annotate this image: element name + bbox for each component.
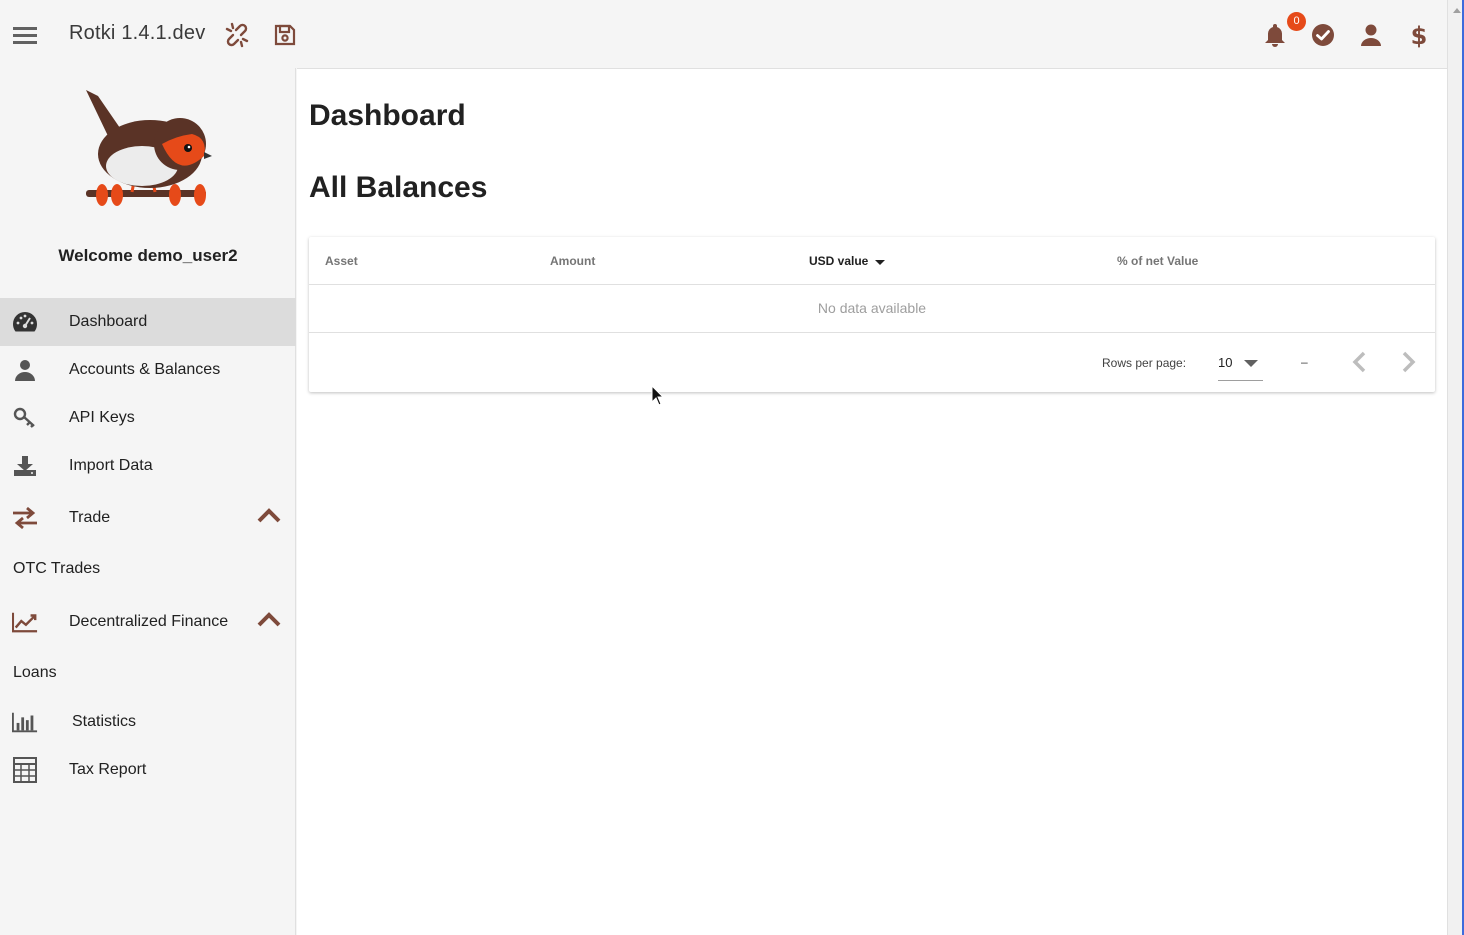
- disconnected-icon[interactable]: [222, 20, 252, 50]
- sidebar-item-label: Import Data: [69, 457, 153, 474]
- next-page-button[interactable]: [1393, 347, 1423, 377]
- chevron-down-icon: [1244, 360, 1258, 367]
- svg-text:$: $: [1411, 22, 1428, 48]
- column-header-usd-value[interactable]: USD value: [809, 254, 886, 269]
- app-title: Rotki 1.4.1.dev: [69, 22, 206, 44]
- previous-page-button[interactable]: [1345, 347, 1375, 377]
- menu-icon[interactable]: [12, 22, 38, 48]
- scroll-up-icon[interactable]: [1453, 8, 1461, 13]
- top-app-bar: Rotki 1.4.1.dev 0 $: [0, 0, 1447, 68]
- column-header-label: USD value: [809, 254, 869, 268]
- sidebar-item-label: Tax Report: [69, 761, 147, 778]
- exchange-icon: [12, 506, 38, 530]
- sidebar-item-otc-trades[interactable]: OTC Trades: [13, 560, 100, 578]
- bar-chart-icon: [12, 710, 38, 734]
- rotki-robin-logo: [80, 86, 214, 216]
- sidebar-item-import-data[interactable]: Import Data: [0, 442, 296, 490]
- rows-per-page-label: Rows per page:: [1102, 356, 1187, 370]
- sidebar-item-api-keys[interactable]: API Keys: [0, 394, 296, 442]
- calculator-icon: [12, 757, 38, 783]
- welcome-message: Welcome demo_user2: [58, 246, 238, 265]
- sidebar-item-tax-report[interactable]: Tax Report: [0, 746, 296, 794]
- empty-state-text: No data available: [817, 300, 927, 316]
- sidebar-item-label: API Keys: [69, 409, 135, 426]
- main-content: Dashboard All Balances Asset Amount USD …: [297, 68, 1447, 935]
- line-chart-icon: [12, 610, 38, 634]
- tachometer-icon: [12, 310, 38, 334]
- sidebar-item-loans[interactable]: Loans: [13, 664, 57, 682]
- key-icon: [12, 406, 38, 430]
- chevron-up-icon[interactable]: [256, 610, 282, 634]
- column-header-asset[interactable]: Asset: [325, 254, 358, 268]
- sidebar-item-label: Trade: [69, 509, 111, 526]
- sidebar-item-dashboard[interactable]: Dashboard: [0, 298, 296, 346]
- sidebar-item-label: Dashboard: [69, 313, 148, 330]
- pagination-range: –: [1301, 355, 1308, 369]
- sidebar: Welcome demo_user2 Dashboard Accounts & …: [0, 68, 296, 935]
- sidebar-item-label: Statistics: [72, 713, 137, 730]
- sidebar-item-decentralized-finance[interactable]: Decentralized Finance: [0, 598, 296, 646]
- mouse-cursor-icon: [651, 384, 665, 407]
- column-header-percent-net[interactable]: % of net Value: [1117, 254, 1198, 268]
- bell-icon[interactable]: [1260, 20, 1290, 50]
- user-icon: [12, 358, 38, 382]
- sidebar-item-accounts-balances[interactable]: Accounts & Balances: [0, 346, 296, 394]
- rows-per-page-select[interactable]: 10: [1218, 349, 1263, 381]
- vertical-scrollbar[interactable]: [1447, 0, 1464, 935]
- rows-per-page-value: 10: [1218, 355, 1233, 370]
- download-icon: [12, 454, 38, 478]
- sidebar-item-trade[interactable]: Trade: [0, 494, 296, 542]
- divider: [309, 284, 1435, 285]
- notification-count-badge: 0: [1287, 12, 1306, 31]
- sidebar-item-label: Accounts & Balances: [69, 361, 221, 378]
- save-icon[interactable]: [270, 20, 300, 50]
- chevron-up-icon[interactable]: [256, 506, 282, 530]
- sidebar-item-statistics[interactable]: Statistics: [0, 698, 296, 746]
- balances-table: Asset Amount USD value % of net Value No…: [309, 237, 1435, 392]
- dollar-icon[interactable]: $: [1404, 20, 1434, 50]
- section-title: All Balances: [309, 171, 488, 204]
- divider: [309, 332, 1435, 333]
- page-title: Dashboard: [309, 99, 466, 132]
- user-icon[interactable]: [1356, 20, 1386, 50]
- check-circle-icon[interactable]: [1308, 20, 1338, 50]
- column-header-amount[interactable]: Amount: [550, 254, 595, 268]
- sidebar-item-label: Decentralized Finance: [69, 613, 229, 630]
- sort-desc-icon: [874, 255, 886, 269]
